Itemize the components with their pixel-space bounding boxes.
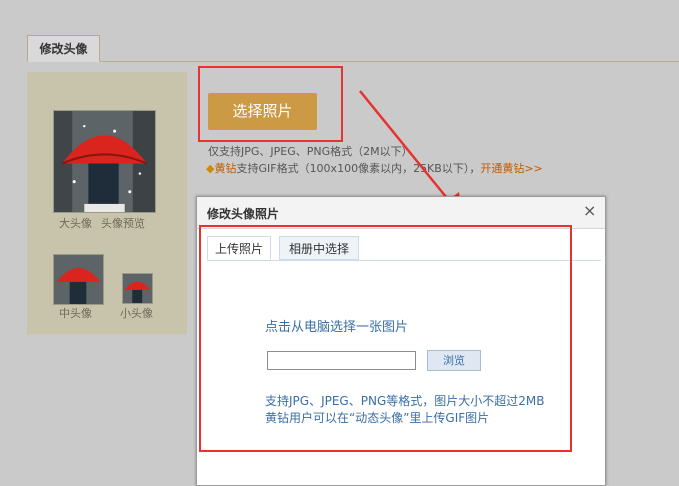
umbrella-photo-small <box>123 274 152 303</box>
tab-strip-divider <box>27 61 679 62</box>
choose-photo-highlight <box>198 66 343 142</box>
close-icon[interactable]: × <box>583 202 596 220</box>
upload-area-highlight <box>199 225 572 452</box>
dialog-title: 修改头像照片 <box>207 207 280 221</box>
umbrella-photo <box>54 111 155 212</box>
medium-avatar-caption: 中头像 <box>59 307 92 320</box>
large-avatar-caption: 大头像 <box>59 217 92 230</box>
diamond-link[interactable]: 黄钻 <box>214 162 236 175</box>
small-avatar-image <box>122 273 153 304</box>
avatar-preview-panel: 大头像 头像预览 中头像 小头像 <box>27 72 187 334</box>
medium-avatar-image <box>53 254 104 305</box>
avatar-preview-caption: 头像预览 <box>101 217 145 230</box>
umbrella-photo-medium <box>54 255 103 304</box>
small-avatar-caption: 小头像 <box>120 307 153 320</box>
open-diamond-link[interactable]: 开通黄钻>> <box>480 162 542 175</box>
large-avatar-image <box>53 110 156 213</box>
tab-edit-avatar[interactable]: 修改头像 <box>27 35 100 62</box>
